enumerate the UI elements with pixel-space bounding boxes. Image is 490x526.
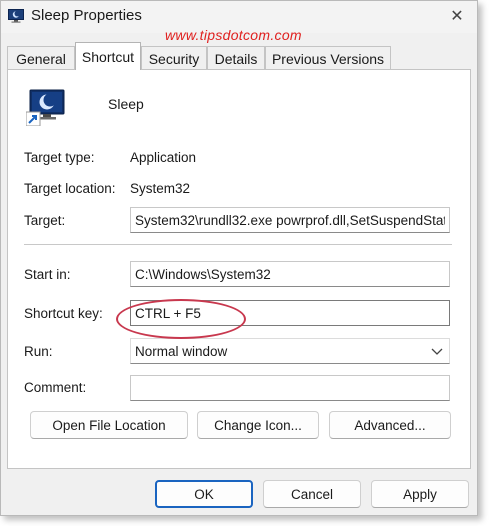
monitor-moon-icon bbox=[26, 89, 65, 126]
target-type-label: Target type: bbox=[24, 150, 95, 165]
window-title: Sleep Properties bbox=[31, 7, 142, 24]
target-location-label: Target location: bbox=[24, 181, 116, 196]
apply-button[interactable]: Apply bbox=[371, 480, 469, 508]
properties-dialog: Sleep Properties ✕ www.tipsdotcom.com Ge… bbox=[0, 0, 478, 516]
target-field[interactable] bbox=[130, 207, 450, 233]
monitor-moon-icon bbox=[8, 9, 24, 23]
shortcut-key-label: Shortcut key: bbox=[24, 306, 103, 321]
run-select[interactable]: Normal window bbox=[130, 338, 450, 364]
start-in-label: Start in: bbox=[24, 267, 71, 282]
tab-previous-versions[interactable]: Previous Versions bbox=[265, 46, 391, 70]
watermark-text: www.tipsdotcom.com bbox=[165, 27, 302, 43]
close-button[interactable]: ✕ bbox=[437, 3, 477, 29]
target-location-value: System32 bbox=[130, 181, 191, 196]
close-icon: ✕ bbox=[450, 8, 464, 25]
start-in-field[interactable] bbox=[130, 261, 450, 287]
run-select-value: Normal window bbox=[135, 343, 228, 359]
open-file-location-button[interactable]: Open File Location bbox=[30, 411, 188, 439]
tab-security[interactable]: Security bbox=[141, 46, 207, 70]
target-label: Target: bbox=[24, 213, 66, 228]
shortcut-name: Sleep bbox=[108, 96, 144, 112]
change-icon-button[interactable]: Change Icon... bbox=[197, 411, 319, 439]
comment-label: Comment: bbox=[24, 380, 87, 395]
section-divider bbox=[24, 244, 452, 245]
run-label: Run: bbox=[24, 344, 53, 359]
tab-general[interactable]: General bbox=[7, 46, 75, 70]
shortcut-panel: Sleep Target type: Application Target lo… bbox=[7, 69, 471, 469]
ok-button[interactable]: OK bbox=[155, 480, 253, 508]
tab-shortcut[interactable]: Shortcut bbox=[75, 42, 141, 70]
tab-details[interactable]: Details bbox=[207, 46, 265, 70]
comment-field[interactable] bbox=[130, 375, 450, 401]
shortcut-key-field[interactable] bbox=[130, 300, 450, 326]
chevron-down-icon bbox=[431, 348, 443, 355]
advanced-button[interactable]: Advanced... bbox=[329, 411, 451, 439]
target-type-value: Application bbox=[130, 150, 197, 165]
cancel-button[interactable]: Cancel bbox=[263, 480, 361, 508]
